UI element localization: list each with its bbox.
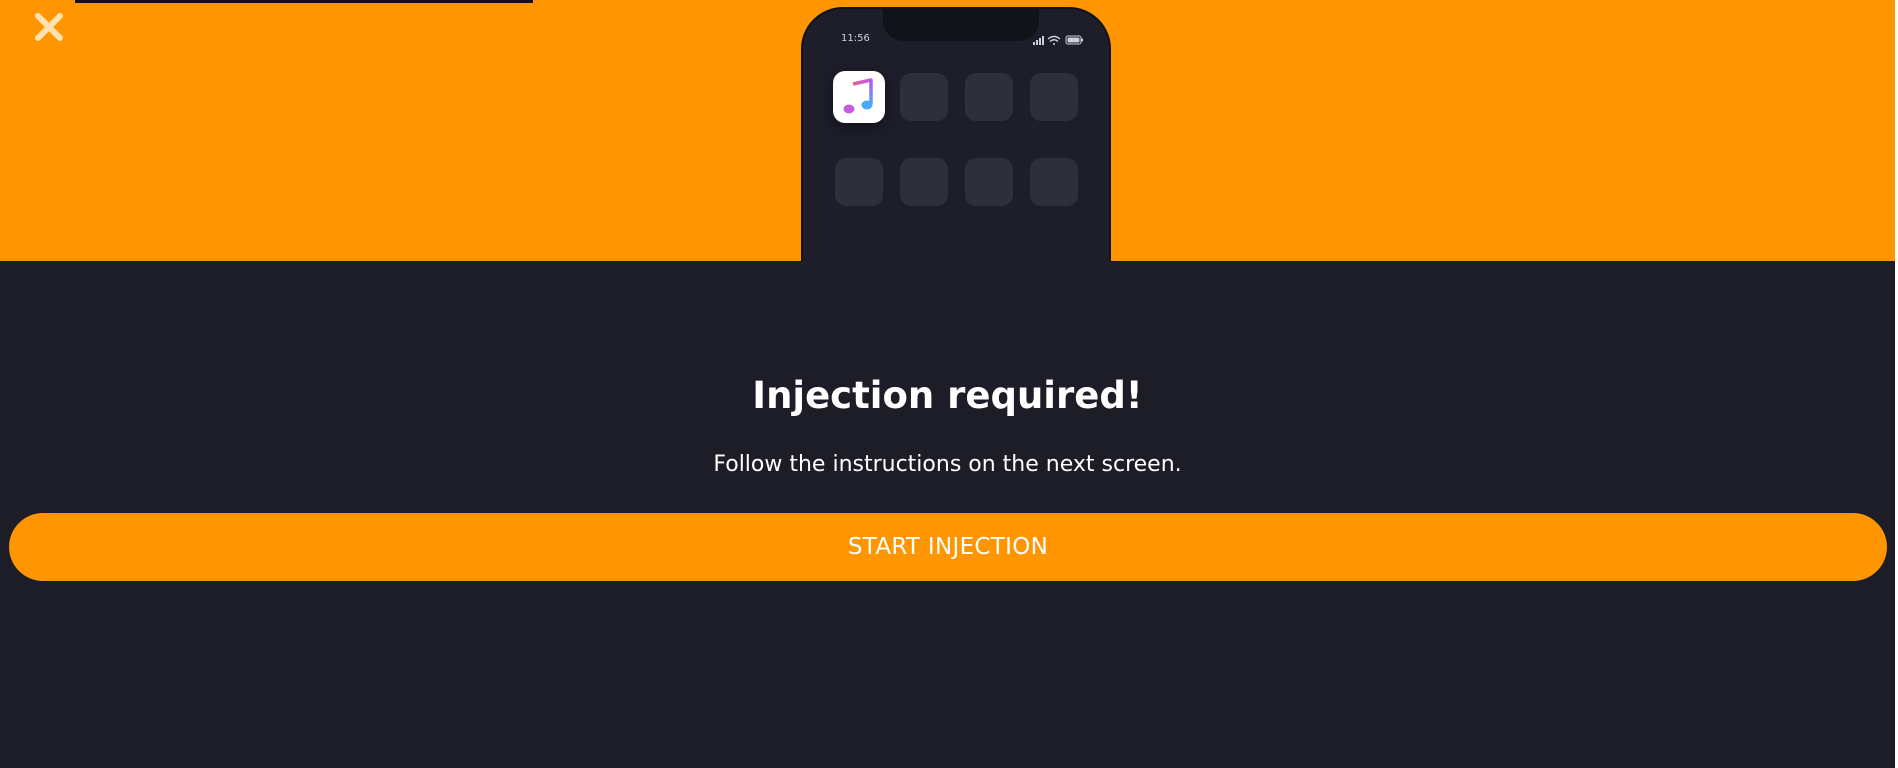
instructions-text: Follow the instructions on the next scre…	[713, 452, 1182, 477]
music-app-icon	[833, 71, 885, 123]
app-placeholder	[965, 73, 1013, 121]
app-placeholder	[1030, 158, 1078, 206]
page-title: Injection required!	[752, 374, 1143, 417]
wifi-icon	[1047, 35, 1061, 45]
phone-mockup: 11:56	[801, 7, 1111, 261]
status-icons	[1033, 35, 1083, 45]
app-placeholder	[1030, 73, 1078, 121]
battery-icon	[1065, 35, 1083, 45]
start-injection-button[interactable]: START INJECTION	[9, 513, 1887, 581]
app-placeholder	[900, 73, 948, 121]
close-button[interactable]	[28, 6, 70, 48]
app-placeholder	[835, 158, 883, 206]
phone-notch	[883, 7, 1039, 41]
signal-icon	[1033, 36, 1044, 45]
close-icon	[35, 13, 63, 41]
app-placeholder	[965, 158, 1013, 206]
hero-banner: 11:56	[0, 0, 1895, 261]
top-progress-line	[75, 0, 533, 3]
app-placeholder	[900, 158, 948, 206]
status-time: 11:56	[841, 33, 870, 44]
